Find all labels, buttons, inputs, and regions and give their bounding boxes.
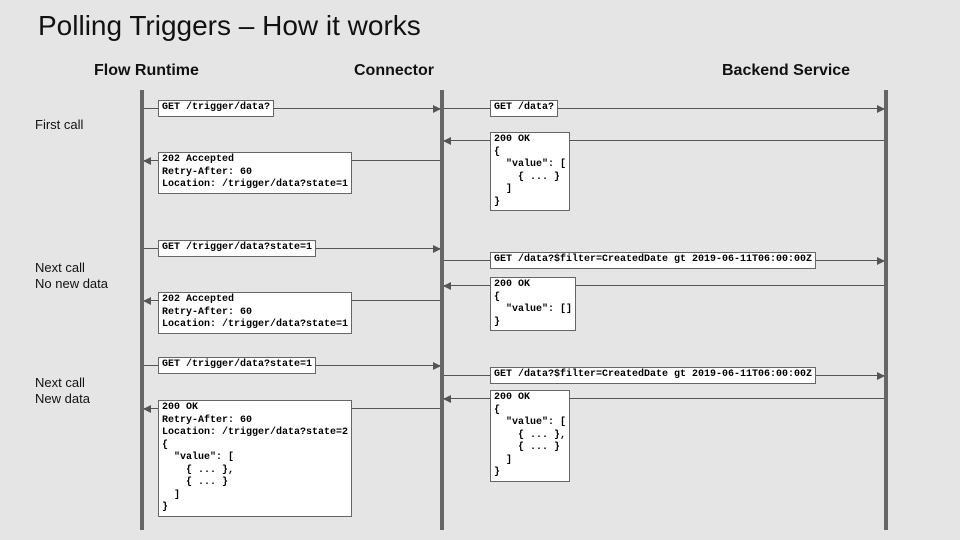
msg-a2: GET /data? <box>490 100 558 117</box>
msg-b1: GET /trigger/data?state=1 <box>158 240 316 257</box>
msg-a1: GET /trigger/data? <box>158 100 274 117</box>
msg-a4: 202 Accepted Retry-After: 60 Location: /… <box>158 152 352 194</box>
page-title: Polling Triggers – How it works <box>38 10 421 42</box>
row-no-new-data: Next call No new data <box>35 260 108 291</box>
msg-b3: 200 OK { "value": [] } <box>490 277 576 331</box>
lane-backend-service: Backend Service <box>722 62 850 80</box>
msg-c1: GET /trigger/data?state=1 <box>158 357 316 374</box>
lifeline-backend <box>884 90 888 530</box>
msg-c2: GET /data?$filter=CreatedDate gt 2019-06… <box>490 367 816 384</box>
msg-b4: 202 Accepted Retry-After: 60 Location: /… <box>158 292 352 334</box>
row-first-call: First call <box>35 117 83 133</box>
row-new-data: Next call New data <box>35 375 90 406</box>
msg-c3: 200 OK { "value": [ { ... }, { ... } ] } <box>490 390 570 482</box>
msg-c4: 200 OK Retry-After: 60 Location: /trigge… <box>158 400 352 517</box>
lane-flow-runtime: Flow Runtime <box>94 62 199 80</box>
msg-b2: GET /data?$filter=CreatedDate gt 2019-06… <box>490 252 816 269</box>
lifeline-connector <box>440 90 444 530</box>
msg-a3: 200 OK { "value": [ { ... } ] } <box>490 132 570 211</box>
lane-connector: Connector <box>354 62 434 80</box>
